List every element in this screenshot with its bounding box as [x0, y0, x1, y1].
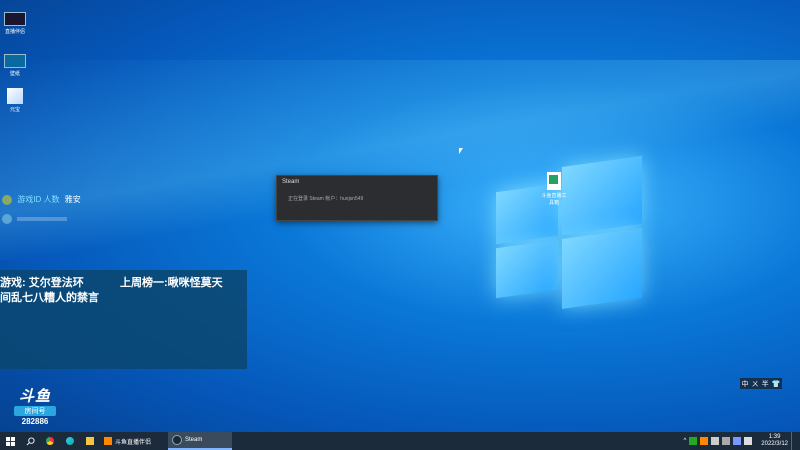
avatar: [2, 214, 12, 224]
start-button[interactable]: [0, 432, 20, 450]
clock-time: 1:39: [768, 434, 781, 440]
app-tray-icon[interactable]: [700, 437, 709, 445]
douyu-icon: [104, 437, 112, 445]
ime-width[interactable]: 半: [762, 379, 769, 389]
spreadsheet-icon: [547, 172, 561, 190]
desktop-icon-wallpaper[interactable]: 壁纸: [0, 54, 32, 77]
ime-toolbar[interactable]: 中 ㄨ 半 👕: [740, 378, 782, 389]
volume-icon[interactable]: [722, 437, 731, 445]
ime-mode[interactable]: 中: [742, 379, 749, 389]
chat-text: 雅安: [64, 195, 81, 204]
desktop-icon-label: 壁纸: [9, 71, 20, 77]
notice-label: 间乱七八糟人的禁言: [0, 292, 99, 304]
game-label: 游戏: 艾尔登法环: [0, 277, 84, 289]
stream-info-panel: 游戏: 艾尔登法环 上周榜一:啾咪怪莫天 间乱七八糟人的禁言: [0, 270, 247, 369]
avatar: [2, 194, 12, 205]
desktop-file-spreadsheet[interactable]: 斗鱼直播工具箱: [540, 172, 568, 206]
edge-button[interactable]: [60, 432, 80, 450]
taskbar-app-label: Steam: [185, 437, 203, 443]
dialog-title: Steam: [282, 179, 300, 185]
edge-icon: [66, 437, 74, 445]
room-label: 房间号: [14, 406, 56, 416]
chrome-icon: [46, 437, 54, 445]
chat-message: [2, 214, 68, 224]
desktop-icon-label: 元宝: [9, 107, 20, 113]
windows-logo-wallpaper: [496, 148, 642, 321]
file-label: 斗鱼直播工具箱: [541, 193, 567, 206]
nvidia-icon[interactable]: [689, 437, 698, 445]
room-number: 282886: [21, 417, 49, 426]
system-tray: ^ 1:39 2022/3/12: [683, 432, 796, 450]
top-fan-label: 上周榜一:啾咪怪莫天: [120, 277, 223, 289]
taskbar-app-steam[interactable]: Steam: [168, 432, 232, 450]
dialog-message: 正在登录 Steam 帐户：huojsn549: [288, 196, 364, 202]
douyu-logo: 斗鱼 房间号 282886: [12, 389, 58, 426]
desktop-icon-label: 直播伴侣: [4, 29, 25, 35]
taskbar: 斗鱼直播伴侣 Steam: [0, 432, 800, 450]
background-light-beam: [0, 60, 800, 260]
chat-tray-icon[interactable]: [733, 437, 742, 445]
clock-date: 2022/3/12: [761, 441, 788, 447]
file-explorer-button[interactable]: [80, 432, 100, 450]
ime-punct[interactable]: ㄨ: [752, 379, 759, 389]
mouse-cursor-icon: [459, 148, 463, 154]
folder-icon: [86, 437, 94, 445]
douyu-logo-text: 斗鱼: [18, 388, 51, 405]
show-desktop-button[interactable]: [791, 432, 796, 450]
taskbar-app-label: 斗鱼直播伴侣: [115, 439, 152, 446]
search-button[interactable]: [20, 432, 40, 450]
search-icon: [26, 436, 35, 445]
chrome-button[interactable]: [40, 432, 60, 450]
steam-login-dialog: Steam 正在登录 Steam 帐户：huojsn549: [276, 175, 438, 221]
steam-icon: [172, 435, 182, 445]
chat-message: 游戏ID 人数 雅安: [2, 194, 81, 205]
windows-icon: [5, 436, 15, 446]
taskbar-app-douyu[interactable]: 斗鱼直播伴侣: [100, 433, 166, 449]
speaker-icon[interactable]: [744, 437, 753, 445]
chevron-up-icon[interactable]: ^: [683, 438, 686, 444]
chat-user: 游戏ID 人数: [17, 195, 60, 204]
ime-skin[interactable]: 👕: [772, 380, 781, 388]
desktop-icon-live-companion[interactable]: 直播伴侣: [0, 12, 32, 35]
clock[interactable]: 1:39 2022/3/12: [761, 434, 788, 448]
network-icon[interactable]: [711, 437, 720, 445]
desktop-icon-yuanbao[interactable]: 元宝: [0, 88, 32, 113]
